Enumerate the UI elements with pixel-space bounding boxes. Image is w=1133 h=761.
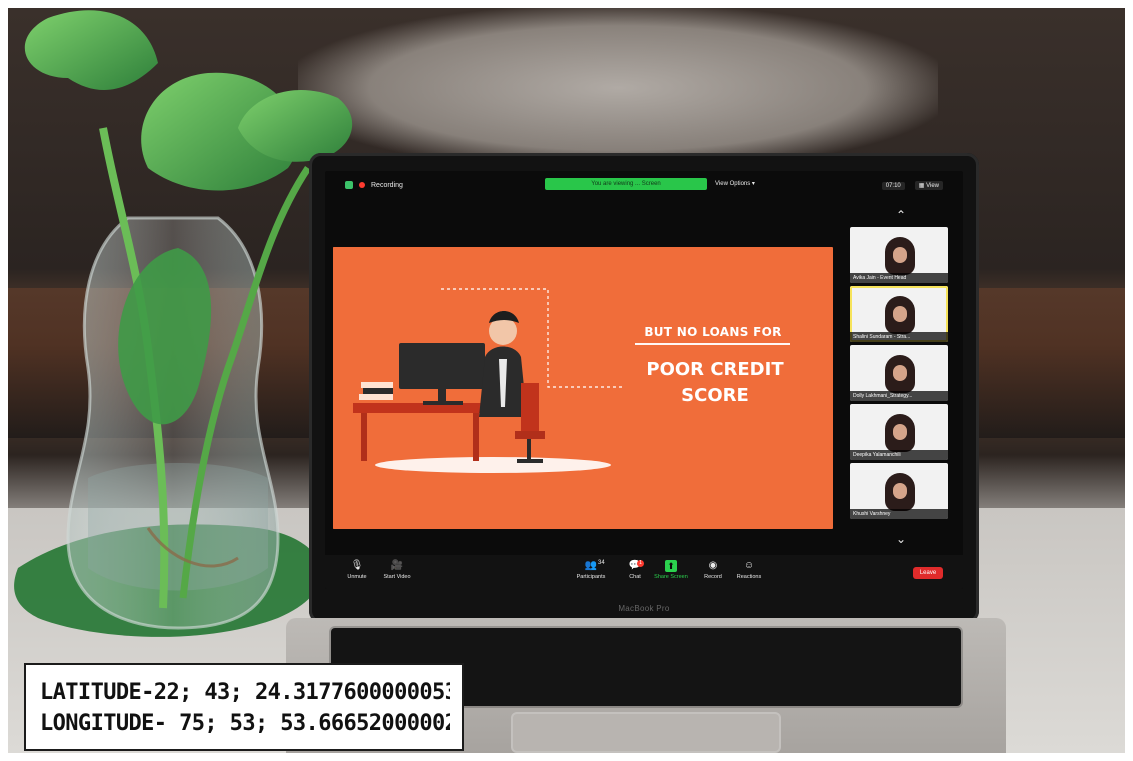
share-screen-icon: ⬆: [665, 560, 677, 572]
unmute-button[interactable]: 🎙 Unmute: [337, 560, 377, 581]
start-video-button[interactable]: 🎥 Start Video: [377, 560, 417, 581]
participant-tile[interactable]: Khushi Varshney: [850, 463, 948, 519]
slide-title-line-2: SCORE: [681, 385, 749, 406]
book: [361, 382, 393, 388]
background-blur-object: [298, 8, 938, 168]
reactions-button[interactable]: ☺ Reactions: [729, 560, 769, 581]
recording-label: Recording: [371, 181, 403, 189]
slide-title-line-1: POOR CREDIT: [646, 359, 784, 380]
chair-seat: [515, 431, 545, 439]
participant-tile-active[interactable]: Shalini Sundaram - Stra...: [850, 286, 948, 342]
desk-leg: [361, 413, 367, 461]
slide-title: POOR CREDIT SCORE: [625, 357, 805, 409]
start-video-label: Start Video: [383, 574, 411, 580]
chevron-down-icon[interactable]: ⌄: [893, 531, 909, 547]
slide-subtitle: BUT NO LOANS FOR: [644, 325, 782, 339]
reactions-icon: ☺: [743, 560, 755, 571]
participant-avatar: [885, 355, 915, 393]
view-options-button[interactable]: View Options ▾: [715, 180, 755, 187]
share-banner-text: You are viewing ... Screen: [591, 181, 661, 187]
slide-illustration: [333, 247, 633, 529]
share-screen-button[interactable]: ⬆ Share Screen: [651, 560, 691, 580]
chat-badge: 1: [637, 560, 644, 567]
chevron-down-icon: ▾: [751, 181, 755, 187]
participant-name: Shalini Sundaram - Stra...: [850, 332, 948, 342]
zoom-bottom-toolbar: 🎙 Unmute 🎥 Start Video 👥 34 Participants…: [325, 555, 963, 589]
meeting-timer: 07:10: [881, 181, 905, 190]
shield-icon: [345, 181, 353, 189]
recording-dot-icon: [359, 182, 365, 188]
participants-label: Participants: [576, 574, 606, 580]
plant-leaf: [24, 10, 158, 91]
view-icon: ▦: [918, 183, 925, 189]
record-button[interactable]: ◉ Record: [693, 560, 733, 581]
laptop-screen: Recording You are viewing ... Screen Vie…: [325, 171, 963, 589]
monitor: [399, 343, 485, 389]
unmute-label: Unmute: [347, 574, 367, 580]
participant-name: Avika Jain - Event Head: [850, 273, 948, 283]
photo: Recording You are viewing ... Screen Vie…: [8, 8, 1125, 753]
participant-tile[interactable]: Deepika Yalamanchili: [850, 404, 948, 460]
longitude-line: LONGITUDE- 75; 53; 53.6665200000280151: [40, 711, 450, 736]
monitor-stand: [438, 389, 446, 403]
participant-avatar: [885, 473, 915, 511]
chat-label: Chat: [629, 574, 641, 580]
reactions-label: Reactions: [736, 574, 762, 580]
view-label: View: [926, 183, 939, 189]
participants-button[interactable]: 👥 34 Participants: [571, 560, 611, 580]
participant-name: Deepika Yalamanchili: [850, 450, 948, 460]
participant-name: Dolly Lakhmani_Strategy...: [850, 391, 948, 401]
record-label: Record: [704, 574, 722, 580]
chair: [521, 383, 539, 431]
view-button[interactable]: ▦ View: [914, 181, 943, 190]
touchpad: [511, 712, 781, 753]
monitor-base: [423, 401, 463, 405]
participant-avatar: [885, 296, 915, 334]
laptop: Recording You are viewing ... Screen Vie…: [309, 153, 979, 623]
leave-label: Leave: [919, 570, 937, 576]
participants-icon: 👥: [584, 560, 598, 571]
share-banner: You are viewing ... Screen: [545, 178, 707, 190]
participant-tile[interactable]: Avika Jain - Event Head: [850, 227, 948, 283]
slide-subtitle-underline: [635, 343, 790, 345]
record-icon: ◉: [708, 560, 718, 571]
view-options-label: View Options: [715, 181, 751, 187]
desk-leg: [473, 413, 479, 461]
video-off-icon: 🎥: [390, 560, 404, 571]
participants-count: 34: [598, 560, 605, 566]
geotag-box: LATITUDE-22; 43; 24.317760000005349 LONG…: [24, 663, 464, 751]
book: [363, 388, 393, 394]
zoom-top-bar: Recording You are viewing ... Screen Vie…: [325, 171, 963, 201]
share-screen-label: Share Screen: [654, 574, 688, 580]
participant-avatar: [885, 237, 915, 275]
book: [359, 394, 393, 400]
latitude-line: LATITUDE-22; 43; 24.317760000005349: [40, 680, 450, 705]
participant-tile[interactable]: Dolly Lakhmani_Strategy...: [850, 345, 948, 401]
chevron-up-icon[interactable]: ⌃: [893, 207, 909, 223]
chat-button[interactable]: 💬 1 Chat: [615, 560, 655, 580]
leave-button[interactable]: Leave: [913, 567, 943, 579]
top-right-controls: 07:10 ▦ View: [881, 181, 943, 190]
participant-name: Khushi Varshney: [850, 509, 948, 519]
vase-water: [88, 463, 268, 591]
floor-shadow: [375, 457, 611, 473]
presentation-slide: BUT NO LOANS FOR POOR CREDIT SCORE: [333, 247, 833, 529]
laptop-model-label: MacBook Pro: [618, 603, 670, 613]
participant-avatar: [885, 414, 915, 452]
participants-strip: ⌃ Avika Jain - Event Head Shalini Sundar…: [845, 207, 955, 553]
recording-indicator: Recording: [345, 181, 403, 189]
mic-off-icon: 🎙: [350, 560, 364, 571]
